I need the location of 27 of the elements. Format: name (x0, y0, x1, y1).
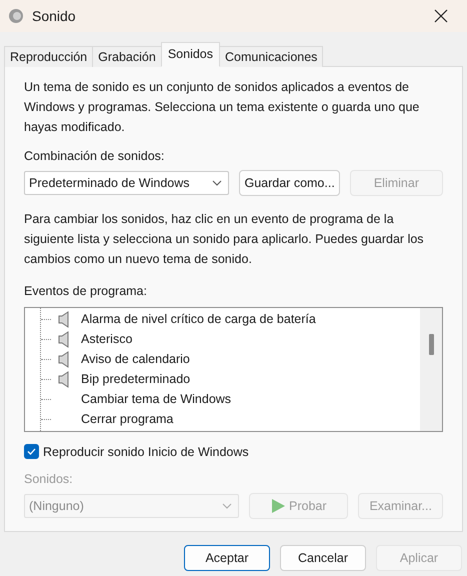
tab[interactable]: Reproducción (4, 46, 94, 67)
scrollbar[interactable] (420, 308, 442, 431)
event-item[interactable]: Cerrar programa (25, 409, 420, 429)
tab[interactable]: Sonidos (160, 42, 220, 67)
tab[interactable]: Comunicaciones (219, 46, 324, 67)
description-text: Un tema de sonido es un conjunto de sonidos aplicados a eventos de Windows y programas. Selecciona un tema existente o guarda uno que hayas modificado. (24, 79, 420, 136)
play-icon (271, 498, 286, 514)
scheme-label: Combinación de sonidos: (24, 148, 166, 165)
tab[interactable]: Grabación (92, 46, 162, 67)
window-title: Sonido (32, 8, 77, 24)
dialog-button[interactable]: Aceptar (184, 545, 270, 571)
close-icon (434, 9, 448, 23)
startup-checkbox[interactable]: Reproducir sonido Inicio de Windows (24, 444, 443, 459)
event-item[interactable]: Alarma de nivel crítico de carga de batería (25, 309, 420, 329)
event-item[interactable]: Bip predeterminado (25, 369, 420, 389)
checkmark-icon (27, 448, 36, 455)
scheme-dropdown[interactable]: Predeterminado de Windows (24, 171, 230, 195)
event-item[interactable]: Asterisco (25, 329, 420, 349)
chevron-icon (212, 180, 222, 186)
event-item[interactable]: Cambiar tema de Windows (25, 389, 420, 409)
event-item[interactable]: Aviso de calendario (25, 349, 420, 369)
scheme-button[interactable]: Guardar como... (239, 170, 340, 196)
events-label: Eventos de programa: (24, 283, 148, 300)
chevron-icon (222, 503, 232, 509)
sounds-label: Sonidos: (24, 471, 74, 488)
dialog-button[interactable]: Cancelar (280, 545, 366, 571)
instructions-text: Para cambiar los sonidos, haz clic en un evento de programa de la siguiente lista y selecciona un sonido para aplicarlo. Puedes guardar los cambios como un nuevo tema de sonido. (24, 211, 425, 268)
